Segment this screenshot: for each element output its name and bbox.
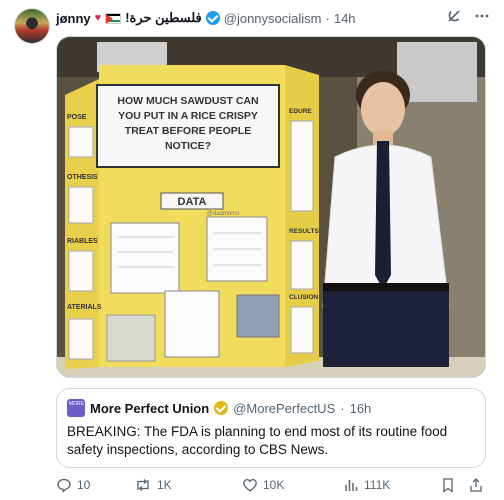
repost-count: 1K (157, 478, 172, 492)
post-top-actions (446, 8, 490, 28)
right-panel-label-2: RESULTS (289, 228, 320, 235)
left-panel-label-1: POSE (67, 114, 87, 121)
grok-icon[interactable] (446, 8, 462, 28)
like-button[interactable]: 10K (242, 477, 284, 493)
quoted-timestamp[interactable]: 16h (350, 401, 372, 416)
left-panel-label-3: RIABLES (67, 238, 98, 245)
like-count: 10K (263, 478, 285, 492)
quoted-author-avatar[interactable]: MORE PERFECT UNION (67, 399, 85, 417)
share-icon (468, 477, 484, 493)
left-panel-label-2: OTHESIS (67, 174, 98, 181)
views-count: 111K (364, 478, 391, 492)
header-separator: · (325, 10, 330, 26)
post-header: jønny ♥ فلسطين حرة! @jonnysocialism · 14… (56, 9, 356, 27)
repost-icon (134, 477, 152, 493)
reply-count: 10 (77, 478, 91, 492)
image-watermark: @dadmoms (207, 211, 239, 217)
post-timestamp[interactable]: 14h (334, 11, 356, 26)
post-action-bar: 10 1K 10K 111K (56, 477, 486, 495)
author-display-name[interactable]: jønny (56, 11, 91, 26)
board-question-line-3: TREAT BEFORE PEOPLE (125, 125, 251, 137)
board-question-line-1: HOW MUCH SAWDUST CAN (117, 95, 258, 107)
quoted-post[interactable]: MORE PERFECT UNION More Perfect Union @M… (56, 388, 486, 468)
quoted-author-handle[interactable]: @MorePerfectUS (233, 401, 335, 416)
reply-button[interactable]: 10 (56, 477, 90, 493)
author-handle[interactable]: @jonnysocialism (224, 11, 322, 26)
palestine-flag-icon (105, 12, 122, 24)
quoted-author-display-name[interactable]: More Perfect Union (90, 401, 209, 416)
board-question-line-4: NOTICE? (165, 140, 211, 152)
bookmark-icon (440, 477, 456, 493)
board-data-label: DATA (178, 196, 207, 208)
quoted-post-header: MORE PERFECT UNION More Perfect Union @M… (67, 399, 371, 417)
left-panel-label-4: ATERIALS (67, 304, 102, 311)
quoted-separator: · (340, 400, 345, 416)
views-icon (343, 477, 359, 493)
verified-badge-icon[interactable] (205, 11, 220, 25)
post-media-image[interactable]: HOW MUCH SAWDUST CAN YOU PUT IN A RICE C… (56, 36, 486, 378)
share-button[interactable] (468, 477, 484, 493)
views-button[interactable]: 111K (343, 477, 390, 493)
bookmark-button[interactable] (440, 477, 456, 493)
right-panel-label-3: CLUSION (289, 294, 319, 301)
like-icon (242, 477, 258, 493)
board-question-line-2: YOU PUT IN A RICE CRISPY (118, 110, 258, 122)
quoted-post-text: BREAKING: The FDA is planning to end mos… (67, 424, 448, 457)
right-panel-label-1: EDURE (289, 108, 312, 115)
reply-icon (56, 477, 72, 493)
more-icon[interactable] (474, 8, 490, 28)
organization-verified-badge-icon[interactable] (214, 401, 229, 415)
author-name-arabic: فلسطين حرة! (125, 10, 202, 25)
heart-emoji: ♥ (94, 12, 102, 24)
author-avatar[interactable] (14, 8, 50, 44)
repost-button[interactable]: 1K (134, 477, 172, 493)
